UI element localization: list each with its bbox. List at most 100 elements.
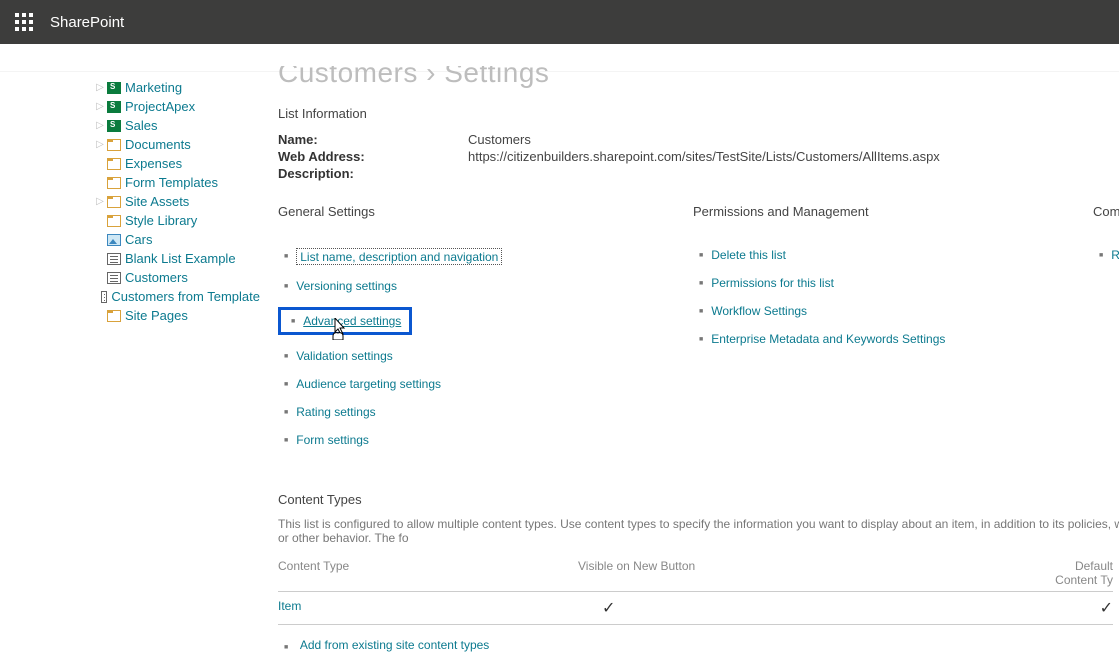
expand-caret-icon[interactable]: ▷ [95, 101, 105, 112]
content-type-item-link[interactable]: Item [278, 599, 301, 613]
workflow-settings-link[interactable]: Workflow Settings [711, 304, 807, 318]
advanced-settings-highlight: ■ Advanced settings [278, 307, 412, 335]
nav-link[interactable]: Documents [125, 137, 191, 152]
ct-header-content-type: Content Type [278, 559, 578, 587]
delete-list-link[interactable]: Delete this list [711, 248, 786, 262]
advanced-settings-link[interactable]: Advanced settings [303, 314, 401, 328]
check-icon: ✓ [1100, 600, 1113, 617]
bullet-icon: ■ [284, 381, 288, 388]
sp-icon [107, 101, 121, 113]
name-value: Customers [468, 132, 531, 147]
content-types-description: This list is configured to allow multipl… [278, 517, 1119, 545]
nav-item: Cars [95, 230, 260, 249]
nav-link[interactable]: Site Assets [125, 194, 189, 209]
nav-link[interactable]: Form Templates [125, 175, 218, 190]
list-name-description-link[interactable]: List name, description and navigation [300, 250, 498, 264]
list-name-link-focus-box: List name, description and navigation [296, 248, 502, 265]
permissions-column: Permissions and Management ■ Delete this… [693, 204, 1093, 454]
permissions-link[interactable]: Permissions for this list [711, 276, 834, 290]
nav-item: Form Templates [95, 173, 260, 192]
web-address-value: https://citizenbuilders.sharepoint.com/s… [468, 149, 940, 164]
list-information-heading: List Information [278, 106, 1119, 121]
bullet-icon: ■ [284, 409, 288, 416]
content-types-section: Content Types This list is configured to… [278, 492, 1119, 652]
bullet-icon: ■ [291, 318, 295, 325]
communications-column: Comm ■ RSS [1093, 204, 1119, 454]
content-types-heading: Content Types [278, 492, 1119, 507]
bullet-icon: ■ [1099, 252, 1103, 259]
quick-launch-nav: ▷ Marketing ▷ ProjectApex ▷ Sales ▷ Documents Ex… [0, 72, 260, 652]
folder-icon [107, 139, 121, 151]
nav-item: Expenses [95, 154, 260, 173]
nav-link[interactable]: Expenses [125, 156, 182, 171]
sp-icon [107, 120, 121, 132]
add-content-type-link[interactable]: Add from existing site content types [300, 638, 489, 652]
nav-link[interactable]: ProjectApex [125, 99, 195, 114]
bullet-icon: ■ [284, 283, 288, 290]
list-icon [101, 291, 108, 303]
nav-link[interactable]: Customers from Template [111, 289, 260, 304]
nav-item: ▷ Site Assets [95, 192, 260, 211]
expand-caret-icon[interactable]: ▷ [95, 120, 105, 131]
app-launcher-icon[interactable] [8, 6, 40, 38]
audience-targeting-link[interactable]: Audience targeting settings [296, 377, 441, 391]
main-content: Customers › Settings List Information Na… [260, 72, 1119, 652]
img-icon [107, 234, 121, 246]
validation-settings-link[interactable]: Validation settings [296, 349, 393, 363]
general-settings-heading: General Settings [278, 204, 653, 219]
rss-link[interactable]: RSS [1111, 248, 1119, 262]
expand-caret-icon[interactable]: ▷ [95, 139, 105, 150]
nav-item: ▷ Documents [95, 135, 260, 154]
folder-icon [107, 158, 121, 170]
nav-link[interactable]: Marketing [125, 80, 182, 95]
nav-link[interactable]: Site Pages [125, 308, 188, 323]
list-information-table: Name: Customers Web Address: https://cit… [278, 131, 1119, 182]
expand-caret-icon[interactable]: ▷ [95, 196, 105, 207]
bullet-icon: ■ [699, 308, 703, 315]
bullet-icon: ■ [699, 336, 703, 343]
nav-item: Customers [95, 268, 260, 287]
expand-caret-icon[interactable]: ▷ [95, 82, 105, 93]
table-row: Item ✓ ✓ [278, 591, 1113, 625]
bullet-icon: ■ [284, 644, 288, 651]
folder-icon [107, 310, 121, 322]
form-settings-link[interactable]: Form settings [296, 433, 369, 447]
nav-item: Style Library [95, 211, 260, 230]
nav-link[interactable]: Cars [125, 232, 152, 247]
nav-link[interactable]: Style Library [125, 213, 197, 228]
bullet-icon: ■ [284, 437, 288, 444]
nav-link[interactable]: Blank List Example [125, 251, 236, 266]
permissions-heading: Permissions and Management [693, 204, 1053, 219]
bullet-icon: ■ [699, 252, 703, 259]
enterprise-metadata-link[interactable]: Enterprise Metadata and Keywords Setting… [711, 332, 945, 346]
description-label: Description: [278, 166, 468, 181]
check-icon: ✓ [602, 600, 615, 617]
nav-item: Customers from Template [95, 287, 260, 306]
list-icon [107, 253, 121, 265]
communications-heading: Comm [1093, 204, 1119, 219]
bullet-icon: ■ [284, 253, 288, 260]
page-title: Customers › Settings [278, 66, 1119, 96]
rating-settings-link[interactable]: Rating settings [296, 405, 375, 419]
nav-link[interactable]: Customers [125, 270, 188, 285]
versioning-settings-link[interactable]: Versioning settings [296, 279, 397, 293]
folder-icon [107, 177, 121, 189]
nav-link[interactable]: Sales [125, 118, 158, 133]
bullet-icon: ■ [284, 353, 288, 360]
web-address-label: Web Address: [278, 149, 468, 164]
sp-icon [107, 82, 121, 94]
ct-header-default: Default Content Ty [1038, 559, 1113, 587]
ct-header-visible: Visible on New Button [578, 559, 1038, 587]
nav-item: ▷ ProjectApex [95, 97, 260, 116]
list-icon [107, 272, 121, 284]
name-label: Name: [278, 132, 468, 147]
nav-item: ▷ Sales [95, 116, 260, 135]
nav-item: Blank List Example [95, 249, 260, 268]
folder-icon [107, 196, 121, 208]
brand-name[interactable]: SharePoint [50, 14, 124, 31]
suite-bar: SharePoint [0, 0, 1119, 44]
nav-item: Site Pages [95, 306, 260, 325]
folder-icon [107, 215, 121, 227]
nav-item: ▷ Marketing [95, 78, 260, 97]
bullet-icon: ■ [699, 280, 703, 287]
